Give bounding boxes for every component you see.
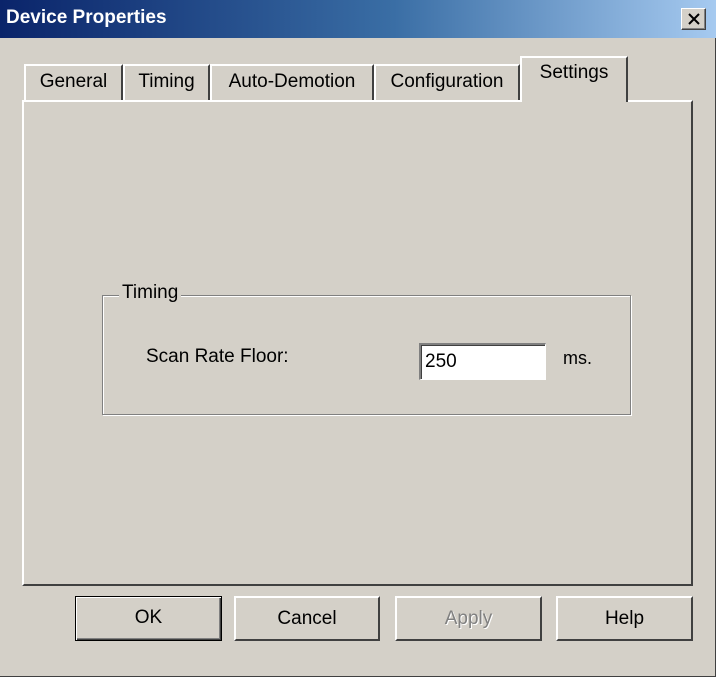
ok-button[interactable]: OK — [75, 596, 222, 641]
help-button[interactable]: Help — [556, 596, 693, 641]
tab-timing[interactable]: Timing — [123, 64, 210, 100]
groupbox-title: Timing — [119, 282, 182, 304]
scan-rate-floor-input[interactable] — [419, 343, 546, 380]
cancel-button-label: Cancel — [277, 608, 337, 629]
close-button[interactable] — [681, 8, 706, 30]
cancel-button[interactable]: Cancel — [234, 596, 380, 641]
tab-settings[interactable]: Settings — [520, 56, 628, 102]
settings-tab-panel: Timing Scan Rate Floor: ms. — [22, 100, 693, 586]
window-title: Device Properties — [6, 7, 167, 28]
scan-rate-unit: ms. — [563, 348, 592, 368]
scan-rate-floor-label: Scan Rate Floor: — [146, 346, 289, 367]
tab-auto-demotion[interactable]: Auto-Demotion — [210, 64, 374, 100]
device-properties-dialog: Device Properties General Timing Auto-De… — [0, 0, 716, 677]
title-bar[interactable]: Device Properties — [0, 0, 716, 38]
help-button-label: Help — [604, 608, 645, 629]
ok-button-label: OK — [134, 607, 163, 628]
tab-configuration[interactable]: Configuration — [374, 64, 520, 100]
close-icon — [688, 13, 700, 25]
apply-button-label: Apply — [444, 608, 493, 629]
apply-button[interactable]: Apply — [395, 596, 542, 641]
tab-general[interactable]: General — [24, 64, 123, 100]
